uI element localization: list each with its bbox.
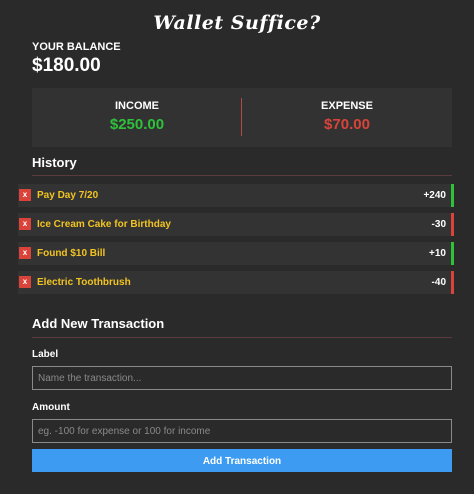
income-panel: INCOME $250.00 xyxy=(32,88,242,147)
income-indicator xyxy=(451,184,454,207)
expense-panel: EXPENSE $70.00 xyxy=(242,88,452,147)
transaction-label: Electric Toothbrush xyxy=(37,277,131,288)
balance-value: $180.00 xyxy=(32,55,101,76)
transaction-amount-input[interactable] xyxy=(32,419,452,443)
expense-value: $70.00 xyxy=(324,116,370,133)
transaction-label-input[interactable] xyxy=(32,366,452,390)
transaction-item: x Electric Toothbrush -40 xyxy=(18,271,454,294)
income-value: $250.00 xyxy=(109,116,165,133)
transaction-amount: +10 xyxy=(429,248,446,259)
form-title: Add New Transaction xyxy=(32,316,165,331)
delete-transaction-button[interactable]: x xyxy=(19,189,31,201)
history-title: History xyxy=(32,155,77,170)
delete-transaction-button[interactable]: x xyxy=(19,276,31,288)
balance-label: YOUR BALANCE xyxy=(32,41,121,53)
transaction-label: Found $10 Bill xyxy=(37,248,106,259)
form-divider xyxy=(32,337,452,338)
transaction-amount: -30 xyxy=(431,219,446,230)
app-title: Wallet Suffice? xyxy=(153,12,321,34)
delete-transaction-button[interactable]: x xyxy=(19,218,31,230)
transaction-amount: -40 xyxy=(431,277,446,288)
expense-indicator xyxy=(451,213,454,236)
label-field-label: Label xyxy=(32,349,59,360)
transaction-item: x Ice Cream Cake for Birthday -30 xyxy=(18,213,454,236)
income-expense-summary: INCOME $250.00 EXPENSE $70.00 xyxy=(32,88,452,147)
transaction-item: x Pay Day 7/20 +240 xyxy=(18,184,454,207)
transaction-list: x Pay Day 7/20 +240 x Ice Cream Cake for… xyxy=(18,184,454,300)
delete-transaction-button[interactable]: x xyxy=(19,247,31,259)
add-transaction-button[interactable]: Add Transaction xyxy=(32,449,452,472)
history-divider xyxy=(32,175,452,176)
expense-indicator xyxy=(451,271,454,294)
transaction-amount: +240 xyxy=(423,190,446,201)
transaction-label: Pay Day 7/20 xyxy=(37,190,99,201)
income-label: INCOME xyxy=(115,100,159,112)
expense-label: EXPENSE xyxy=(321,100,373,112)
transaction-label: Ice Cream Cake for Birthday xyxy=(37,219,171,230)
amount-field-label: Amount xyxy=(32,402,70,413)
income-indicator xyxy=(451,242,454,265)
transaction-item: x Found $10 Bill +10 xyxy=(18,242,454,265)
